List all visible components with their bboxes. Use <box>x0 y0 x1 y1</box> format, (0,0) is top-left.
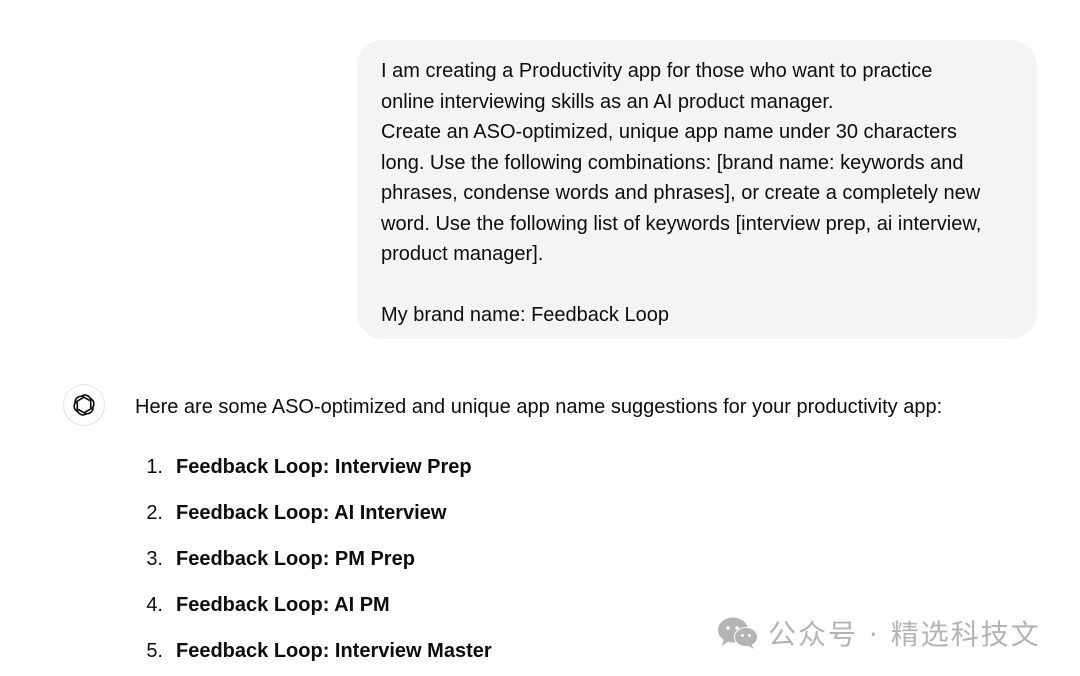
suggestion-item: 1. Feedback Loop: Interview Prep <box>135 453 492 499</box>
chat-page: I am creating a Productivity app for tho… <box>0 0 1080 676</box>
watermark-text: 公众号 · 精选科技文 <box>768 618 1041 651</box>
app-name-suggestions-list: 1. Feedback Loop: Interview Prep 2. Feed… <box>135 453 492 676</box>
suggestion-item: 2. Feedback Loop: AI Interview <box>135 499 492 545</box>
openai-logo-icon <box>63 384 105 426</box>
user-message-line: Create an ASO-optimized, unique app name… <box>381 121 957 143</box>
user-message-line: long. Use the following combinations: [b… <box>381 151 964 174</box>
user-message-line: I am creating a Productivity app for tho… <box>381 60 933 82</box>
wechat-watermark: 公众号 · 精选科技文 <box>716 614 1041 652</box>
user-message-line: online interviewing skills as an AI prod… <box>381 90 834 113</box>
suggestion-item: 5. Feedback Loop: Interview Master <box>135 637 492 676</box>
suggestion-name: Feedback Loop: AI Interview <box>176 502 447 524</box>
user-message-brand-line: My brand name: Feedback Loop <box>381 304 669 326</box>
suggestion-item: 4. Feedback Loop: AI PM <box>135 591 492 637</box>
suggestion-name: Feedback Loop: AI PM <box>176 594 390 616</box>
wechat-icon <box>718 617 758 649</box>
suggestion-number: 2. <box>146 502 163 524</box>
suggestion-name: Feedback Loop: Interview Master <box>176 640 492 662</box>
suggestion-number: 5. <box>146 640 163 662</box>
user-message-line: phrases, condense words and phrases], or… <box>381 182 981 204</box>
user-message-bubble: I am creating a Productivity app for tho… <box>357 40 1037 339</box>
suggestion-number: 1. <box>146 456 163 478</box>
suggestion-item: 3. Feedback Loop: PM Prep <box>135 545 492 591</box>
suggestion-number: 4. <box>146 594 163 616</box>
suggestion-name: Feedback Loop: Interview Prep <box>176 456 472 478</box>
suggestion-number: 3. <box>146 548 163 570</box>
assistant-intro-text: Here are some ASO-optimized and unique a… <box>135 396 943 418</box>
user-message-line: word. Use the following list of keywords… <box>381 212 982 235</box>
suggestion-name: Feedback Loop: PM Prep <box>176 548 415 570</box>
user-message-line: product manager]. <box>381 243 544 265</box>
